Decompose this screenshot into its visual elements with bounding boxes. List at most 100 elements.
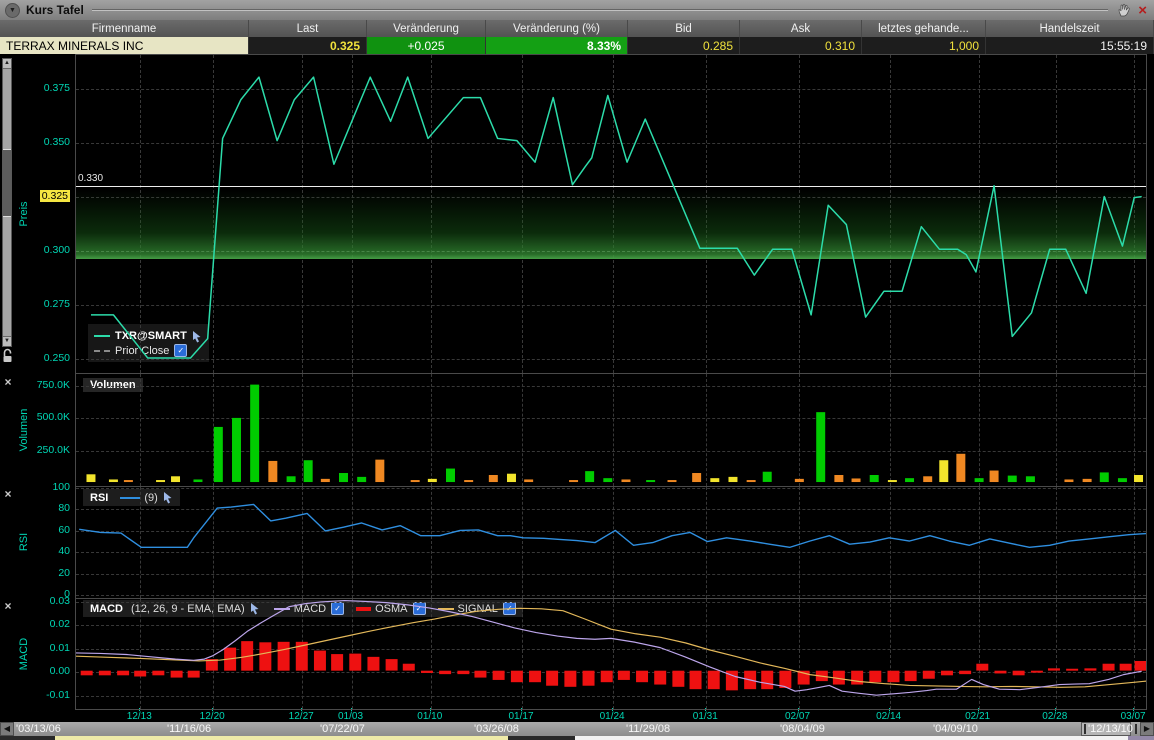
- volume-panel[interactable]: [75, 373, 1147, 486]
- column-header[interactable]: Last: [249, 20, 367, 37]
- volume-bar: [692, 473, 701, 482]
- volume-bar: [524, 479, 533, 482]
- osma-bar: [761, 671, 773, 689]
- volume-bar: [171, 476, 180, 482]
- volume-bar: [621, 479, 630, 482]
- close-icon[interactable]: ×: [1138, 3, 1147, 18]
- scrollbar-date-label: '11/29/08: [626, 722, 670, 736]
- osma-bar: [708, 671, 720, 689]
- osma-bar: [869, 671, 881, 682]
- column-header[interactable]: Veränderung (%): [486, 20, 628, 37]
- y-axis-label: 0.03: [16, 595, 70, 607]
- close-rsi-panel-icon[interactable]: ×: [2, 488, 14, 500]
- column-header[interactable]: Firmenname: [0, 20, 249, 37]
- volume-bar: [304, 460, 313, 482]
- quote-cell[interactable]: 1,000: [862, 37, 986, 54]
- quote-cell[interactable]: 0.285: [628, 37, 740, 54]
- column-header[interactable]: Bid: [628, 20, 740, 37]
- y-axis-label: 80: [16, 502, 70, 514]
- axis-title: RSI: [18, 533, 30, 551]
- osma-bar: [331, 654, 343, 671]
- x-axis-label: 12/20: [200, 711, 225, 722]
- price-plot[interactable]: [76, 55, 1146, 373]
- osma-bar: [851, 671, 863, 685]
- scroll-up-icon[interactable]: ▲: [3, 59, 11, 69]
- x-axis-label: 12/13: [127, 711, 152, 722]
- axis-title: Volumen: [18, 409, 30, 452]
- x-axis: 12/1312/2012/2701/0301/1001/1701/2401/31…: [0, 710, 1154, 722]
- osma-bar: [654, 671, 666, 685]
- scroll-right-icon[interactable]: ▶: [1140, 722, 1154, 736]
- macd-panel[interactable]: [75, 598, 1147, 710]
- osma-bar: [976, 664, 988, 671]
- drag-hand-icon[interactable]: [1116, 2, 1132, 18]
- scrollbar-date-label: '07/22/07: [320, 722, 365, 736]
- price-scrollbar-thumb[interactable]: [3, 149, 11, 217]
- quote-cell[interactable]: TERRAX MINERALS INC: [0, 37, 249, 54]
- volume-bar: [86, 474, 95, 482]
- price-panel[interactable]: 0.330: [75, 54, 1147, 373]
- scrollbar-date-label: '08/04/09: [780, 722, 825, 736]
- osma-bar: [349, 654, 361, 671]
- history-scrollbar[interactable]: ◀ ▶ '12/13/10 '03/13/06'11/16/06'07/22/0…: [0, 722, 1154, 736]
- x-axis-label: 01/10: [417, 711, 442, 722]
- lock-icon[interactable]: [2, 348, 14, 363]
- price-vertical-scrollbar[interactable]: ▲ ▼: [2, 58, 12, 347]
- close-macd-panel-icon[interactable]: ×: [2, 600, 14, 612]
- osma-bar: [887, 671, 899, 682]
- osma-bar: [171, 671, 183, 678]
- bottom-strip-segment: [0, 736, 55, 740]
- volume-bar: [464, 480, 473, 482]
- price-line: [91, 77, 1142, 358]
- volume-bar: [446, 469, 455, 482]
- history-scrollbar-thumb[interactable]: '12/13/10: [1081, 722, 1131, 736]
- volume-bar: [905, 478, 914, 482]
- quote-cell[interactable]: 0.310: [740, 37, 862, 54]
- column-header[interactable]: Ask: [740, 20, 862, 37]
- column-header[interactable]: Handelszeit: [986, 20, 1154, 37]
- bottom-strip-segment: [575, 736, 1128, 740]
- scrollbar-date-label: '11/16/06: [167, 722, 211, 736]
- osma-bar: [314, 651, 326, 671]
- osma-bar: [81, 671, 93, 676]
- volume-bar: [489, 475, 498, 482]
- volume-plot[interactable]: [76, 374, 1146, 486]
- osma-bar: [959, 671, 971, 674]
- y-axis-label: 20: [16, 567, 70, 579]
- x-axis-label: 02/14: [876, 711, 901, 722]
- collapse-button[interactable]: ▼: [5, 3, 20, 18]
- scroll-down-icon[interactable]: ▼: [3, 336, 11, 346]
- column-header[interactable]: Veränderung: [367, 20, 486, 37]
- volume-bar: [747, 480, 756, 482]
- rsi-panel[interactable]: [75, 486, 1147, 598]
- x-axis-label: 02/07: [785, 711, 810, 722]
- volume-bar: [870, 475, 879, 482]
- osma-bar: [618, 671, 630, 680]
- column-header[interactable]: letztes gehande...: [862, 20, 986, 37]
- x-axis-label: 01/03: [338, 711, 363, 722]
- quote-cell[interactable]: 15:55:19: [986, 37, 1154, 54]
- quote-row[interactable]: TERRAX MINERALS INC0.325+0.0258.33%0.285…: [0, 37, 1154, 54]
- volume-bar: [1118, 478, 1127, 482]
- quote-cell[interactable]: +0.025: [367, 37, 486, 54]
- volume-bar: [1100, 472, 1109, 482]
- osma-bar: [672, 671, 684, 687]
- scroll-left-icon[interactable]: ◀: [0, 722, 14, 736]
- chevron-down-icon: ▼: [9, 7, 16, 14]
- y-axis-label: 750.0K: [16, 379, 70, 391]
- macd-plot[interactable]: [76, 599, 1146, 709]
- thumb-date-label: '12/13/10: [1088, 723, 1133, 735]
- titlebar[interactable]: ▼ Kurs Tafel ×: [0, 0, 1154, 20]
- volume-bar: [193, 479, 202, 482]
- volume-bar: [1134, 475, 1143, 482]
- rsi-plot[interactable]: [76, 487, 1146, 598]
- y-axis-label: 0.250: [16, 352, 70, 364]
- quote-cell[interactable]: 8.33%: [486, 37, 628, 54]
- volume-bar: [834, 475, 843, 482]
- quote-cell[interactable]: 0.325: [249, 37, 367, 54]
- osma-bar: [601, 671, 613, 682]
- close-volume-panel-icon[interactable]: ×: [2, 376, 14, 388]
- osma-bar: [386, 659, 398, 670]
- volume-bar: [646, 480, 655, 482]
- volume-bar: [321, 479, 330, 482]
